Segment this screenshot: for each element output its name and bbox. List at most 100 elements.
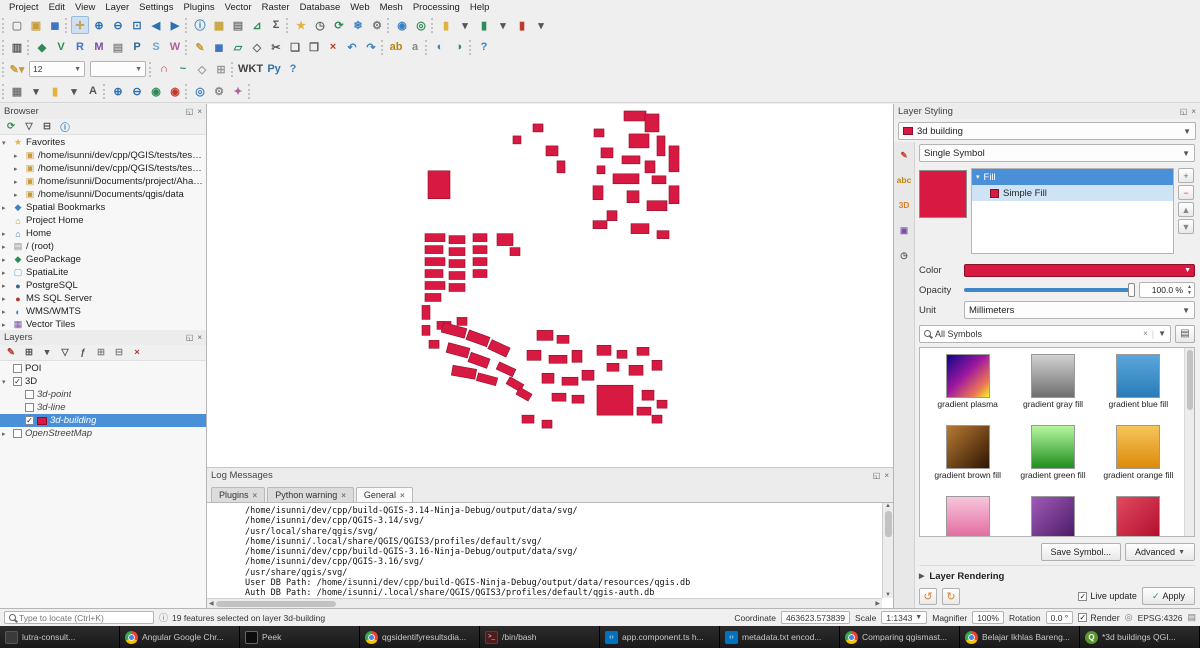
add-vector-layer-icon[interactable]: V [52,38,70,56]
expand-all-icon[interactable]: ⊞ [94,346,108,360]
scroll-left-icon[interactable]: ◀ [209,600,214,607]
symbol-gallery-item[interactable] [1097,496,1180,537]
layout-arrow-icon[interactable]: ▾ [27,82,45,100]
symbol-swatch[interactable] [1116,425,1160,469]
manage-themes-icon[interactable]: ▾ [40,346,54,360]
toolbar-icon[interactable] [387,18,392,33]
zoom-next-icon[interactable]: ▶ [166,16,184,34]
clear-search-icon[interactable]: × [1143,329,1148,338]
symbol-gallery-item[interactable]: gradient brown fill [926,425,1009,490]
browser-item[interactable]: ▾ ★ Favorites [0,136,206,149]
delete-selected-icon[interactable]: × [324,38,342,56]
browser-item[interactable]: ▸ ⌂ Home [0,227,206,240]
redo-icon[interactable]: ↷ [362,38,380,56]
browser-item[interactable]: ▸ ● MS SQL Server [0,292,206,305]
expand-arrow-icon[interactable]: ▸ [2,430,10,438]
symbol-tree-fill-row[interactable]: ▾ Fill [972,169,1173,185]
digitizing-combo-2[interactable]: ▼ [90,61,146,77]
scroll-right-icon[interactable]: ▶ [875,600,880,607]
chevron-down-icon[interactable]: ▼ [1158,329,1166,338]
layer-selector[interactable]: 3d building ▼ [898,122,1196,140]
layer-item[interactable]: ▸ OpenStreetMap [0,427,206,440]
metasearch-icon[interactable]: ◉ [393,16,411,34]
layer-item[interactable]: 3d-point [0,388,206,401]
menu-item[interactable]: Settings [134,1,178,14]
expand-arrow-icon[interactable]: ▾ [2,139,10,147]
toolbar-icon[interactable] [431,18,436,33]
label-style-arrow-icon[interactable]: ▾ [494,16,512,34]
layer-item[interactable]: ▾ 3D [0,375,206,388]
self-snapping-icon[interactable]: ⊞ [212,60,230,78]
filter-expression-icon[interactable]: ƒ [76,346,90,360]
menu-item[interactable]: Layer [100,1,134,14]
symbol-gallery-item[interactable]: gradient blue fill [1097,354,1180,419]
expand-arrow-icon[interactable]: ▸ [14,165,22,173]
select-features-icon[interactable]: ▦ [210,16,228,34]
locate-box[interactable] [4,611,154,624]
advanced-button[interactable]: Advanced▼ [1125,543,1195,561]
scroll-down-icon[interactable]: ▼ [885,592,891,598]
browser-item[interactable]: ▸ ▦ Vector Tiles [0,318,206,330]
view-3d-icon[interactable]: 3D [896,197,912,213]
log-messages-icon[interactable]: ▤ [1187,612,1196,623]
scrollbar-thumb[interactable] [1187,350,1193,410]
browser-item[interactable]: ▸ ▢ SpatiaLite [0,266,206,279]
symbology-icon[interactable]: ✎ [896,147,912,163]
refresh-browser-icon[interactable]: ⟳ [4,120,18,134]
scrollbar-thumb[interactable] [885,511,892,537]
browser-item[interactable]: ▸ ▣ /home/isunni/Documents/qgis/data [0,188,206,201]
diagram-style-arrow-icon[interactable]: ▾ [532,16,550,34]
taskbar-window-button[interactable]: Comparing qgismast... [840,626,960,648]
layer-item[interactable]: POI [0,362,206,375]
style-manager-icon[interactable]: ▤ [1175,325,1195,343]
color-picker-bar[interactable]: ▼ [964,264,1195,277]
refresh-map-icon[interactable]: ⟳ [330,16,348,34]
layer-visibility-checkbox[interactable] [13,364,22,373]
expand-arrow-icon[interactable]: ▾ [2,378,10,386]
taskbar-window-button[interactable]: app.component.ts h... [600,626,720,648]
expand-arrow-icon[interactable]: ▸ [2,230,10,238]
layer-item[interactable]: 3d-building [0,414,206,427]
expand-arrow-icon[interactable]: ▸ [2,204,10,212]
open-layer-styling-icon[interactable]: ✎ [4,346,18,360]
zoom-full-icon[interactable]: ⊡ [128,16,146,34]
browser-item[interactable]: ⌂ Project Home [0,214,206,227]
mask-icon[interactable]: ▣ [896,222,912,238]
expand-arrow-icon[interactable]: ▸ [14,191,22,199]
wkt-icon[interactable]: WKT [237,60,264,78]
gallery-scrollbar[interactable] [1184,348,1194,536]
float-panel-icon[interactable]: ◱ [186,333,194,342]
expand-arrow-icon[interactable]: ▸ [14,178,22,186]
layer-visibility-checkbox[interactable] [25,390,34,399]
expand-arrow-icon[interactable]: ▸ [2,269,10,277]
symbol-swatch[interactable] [1031,425,1075,469]
layer-visibility-checkbox[interactable] [13,377,22,386]
log-tab[interactable]: Plugins [211,487,265,502]
taskbar-window-button[interactable]: Belajar Ikhlas Bareng... [960,626,1080,648]
menu-item[interactable]: Database [295,1,346,14]
browser-item[interactable]: ▸ ◆ GeoPackage [0,253,206,266]
add-marker-red-icon[interactable]: ◉ [166,82,184,100]
properties-widget-icon[interactable]: ⓘ [58,120,72,134]
toolbar-icon[interactable] [149,62,154,77]
float-panel-icon[interactable]: ◱ [873,471,881,480]
move-up-button[interactable]: ▲ [1178,202,1194,217]
browser-item[interactable]: ▸ ▣ /home/isunni/dev/cpp/QGIS/tests/test… [0,162,206,175]
coordinate-box[interactable]: 463623.573839 [781,611,850,624]
toolbar-icon[interactable] [103,84,108,99]
scale-combo[interactable]: 1:1343▼ [881,611,927,624]
options-icon[interactable]: ⚙ [368,16,386,34]
zoom-to-selection-icon[interactable]: ⊕ [109,82,127,100]
toolbar-icon[interactable] [2,18,7,33]
crs-value[interactable]: EPSG:4326 [1138,613,1183,623]
close-panel-icon[interactable]: × [884,471,889,480]
plugin-star-icon[interactable]: ✦ [229,82,247,100]
temporal-controller-icon[interactable]: ◷ [311,16,329,34]
expand-arrow-icon[interactable]: ▶ [919,572,924,580]
redo-style-button[interactable]: ↻ [942,588,960,605]
freeze-canvas-icon[interactable]: ❄ [349,16,367,34]
python-console-icon[interactable]: Py [265,60,283,78]
crs-icon[interactable]: ◎ [1125,612,1133,623]
symbol-gallery-item[interactable]: gradient orange fill [1097,425,1180,490]
toolbar-icon[interactable] [248,84,253,99]
